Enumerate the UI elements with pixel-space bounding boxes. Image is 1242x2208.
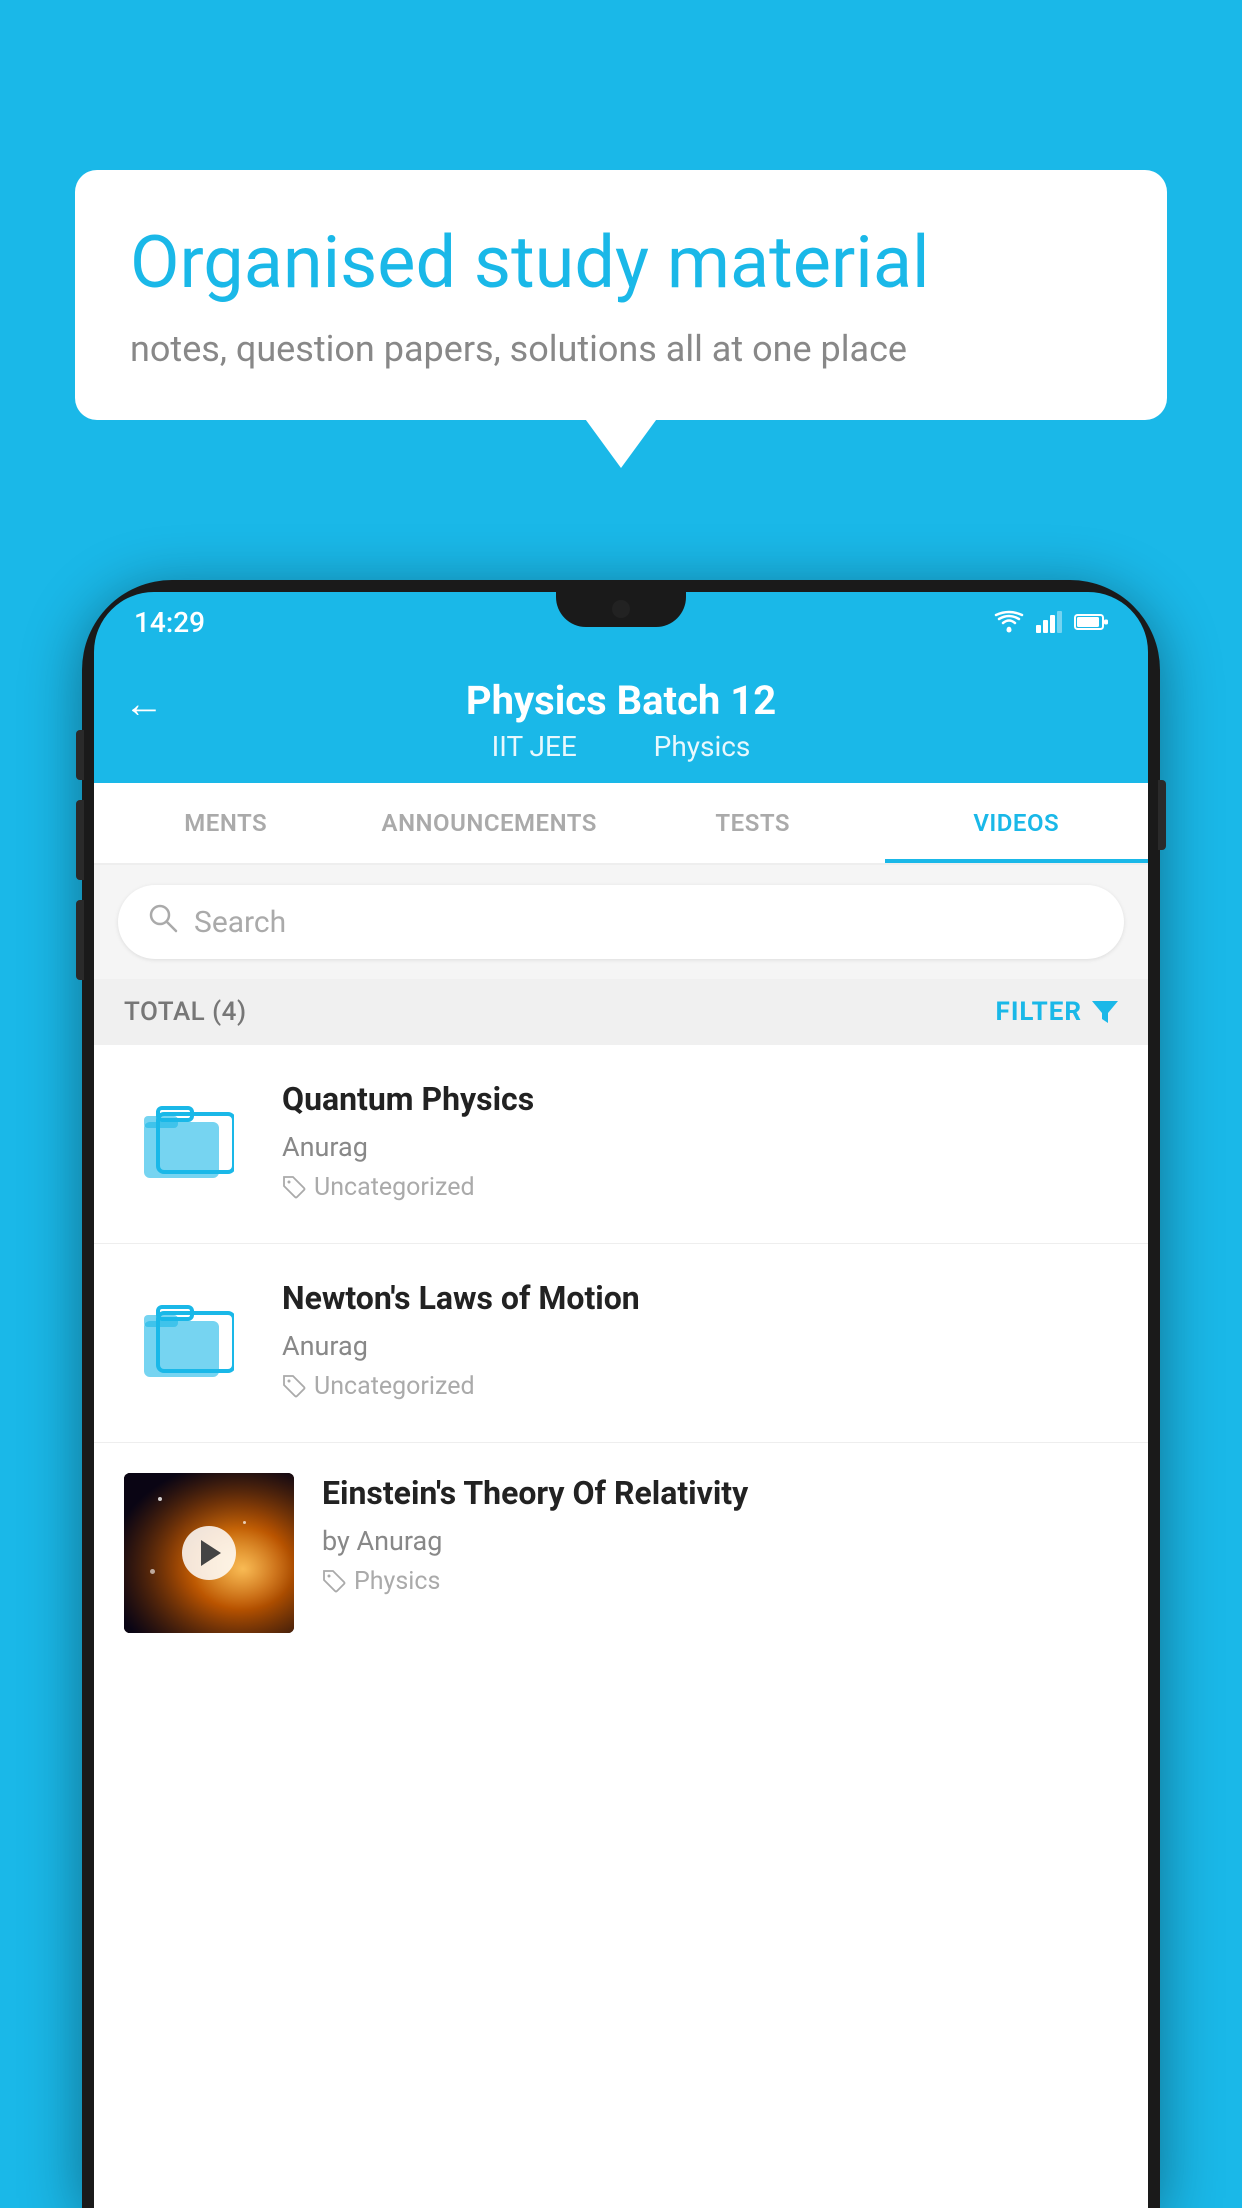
phone-frame: 14:29	[82, 580, 1160, 2208]
video-thumbnail	[124, 1473, 294, 1633]
battery-icon	[1074, 612, 1108, 632]
status-bar: 14:29	[94, 592, 1148, 652]
speech-bubble-title: Organised study material	[130, 220, 1112, 306]
search-icon	[148, 903, 178, 941]
search-placeholder: Search	[194, 905, 286, 940]
tab-ments[interactable]: MENTS	[94, 783, 358, 863]
notch	[556, 592, 686, 627]
search-container: Search	[94, 865, 1148, 979]
screen-subtitle: IIT JEE Physics	[478, 730, 765, 763]
power-button	[1158, 780, 1166, 850]
video-info: Newton's Laws of Motion Anurag Uncategor…	[282, 1278, 1118, 1401]
folder-icon-wrap	[124, 1079, 254, 1209]
volume-up-button	[76, 800, 84, 880]
search-bar[interactable]: Search	[118, 885, 1124, 959]
video-tag: Uncategorized	[282, 1372, 1118, 1401]
subtitle-physics: Physics	[654, 730, 751, 763]
filter-button[interactable]: FILTER	[996, 997, 1118, 1027]
video-info: Quantum Physics Anurag Uncategorized	[282, 1079, 1118, 1202]
app-background: Organised study material notes, question…	[0, 0, 1242, 2208]
speech-bubble: Organised study material notes, question…	[75, 170, 1167, 420]
tag-icon	[322, 1569, 346, 1593]
status-time: 14:29	[134, 606, 205, 639]
screen-title: Physics Batch 12	[466, 677, 776, 724]
camera	[612, 600, 630, 618]
play-icon	[201, 1540, 221, 1566]
list-item[interactable]: Einstein's Theory Of Relativity by Anura…	[94, 1443, 1148, 1663]
video-title: Einstein's Theory Of Relativity	[322, 1473, 1118, 1515]
video-tag: Uncategorized	[282, 1173, 1118, 1202]
folder-icon	[144, 1104, 234, 1184]
video-title: Newton's Laws of Motion	[282, 1278, 1118, 1320]
tab-announcements[interactable]: ANNOUNCEMENTS	[358, 783, 622, 863]
tab-videos[interactable]: VIDEOS	[885, 783, 1149, 863]
total-count: TOTAL (4)	[124, 997, 247, 1027]
play-button[interactable]	[182, 1526, 236, 1580]
mute-button	[76, 730, 84, 780]
app-header: ← Physics Batch 12 IIT JEE Physics	[94, 652, 1148, 783]
signal-icon	[1036, 611, 1062, 633]
folder-icon-wrap	[124, 1278, 254, 1408]
status-icons	[994, 610, 1108, 634]
back-button[interactable]: ←	[124, 680, 164, 727]
wifi-icon	[994, 610, 1024, 634]
video-title: Quantum Physics	[282, 1079, 1118, 1121]
star	[158, 1497, 162, 1501]
video-info: Einstein's Theory Of Relativity by Anura…	[322, 1473, 1118, 1596]
star	[243, 1521, 246, 1524]
star	[150, 1569, 155, 1574]
folder-icon	[144, 1303, 234, 1383]
tag-icon	[282, 1374, 306, 1398]
speech-bubble-subtitle: notes, question papers, solutions all at…	[130, 328, 1112, 370]
video-author: by Anurag	[322, 1525, 1118, 1557]
phone-screen: ← Physics Batch 12 IIT JEE Physics MENTS…	[94, 652, 1148, 2208]
tab-bar: MENTS ANNOUNCEMENTS TESTS VIDEOS	[94, 783, 1148, 865]
filter-row: TOTAL (4) FILTER	[94, 979, 1148, 1045]
volume-down-button	[76, 900, 84, 980]
thumbnail-bg	[124, 1473, 294, 1633]
tag-icon	[282, 1175, 306, 1199]
subtitle-divider	[612, 730, 626, 763]
tab-tests[interactable]: TESTS	[621, 783, 885, 863]
subtitle-iitjee: IIT JEE	[492, 730, 577, 763]
video-list: Quantum Physics Anurag Uncategorized	[94, 1045, 1148, 1663]
list-item[interactable]: Quantum Physics Anurag Uncategorized	[94, 1045, 1148, 1244]
video-author: Anurag	[282, 1131, 1118, 1163]
video-author: Anurag	[282, 1330, 1118, 1362]
video-tag: Physics	[322, 1567, 1118, 1596]
filter-icon	[1092, 1001, 1118, 1023]
list-item[interactable]: Newton's Laws of Motion Anurag Uncategor…	[94, 1244, 1148, 1443]
